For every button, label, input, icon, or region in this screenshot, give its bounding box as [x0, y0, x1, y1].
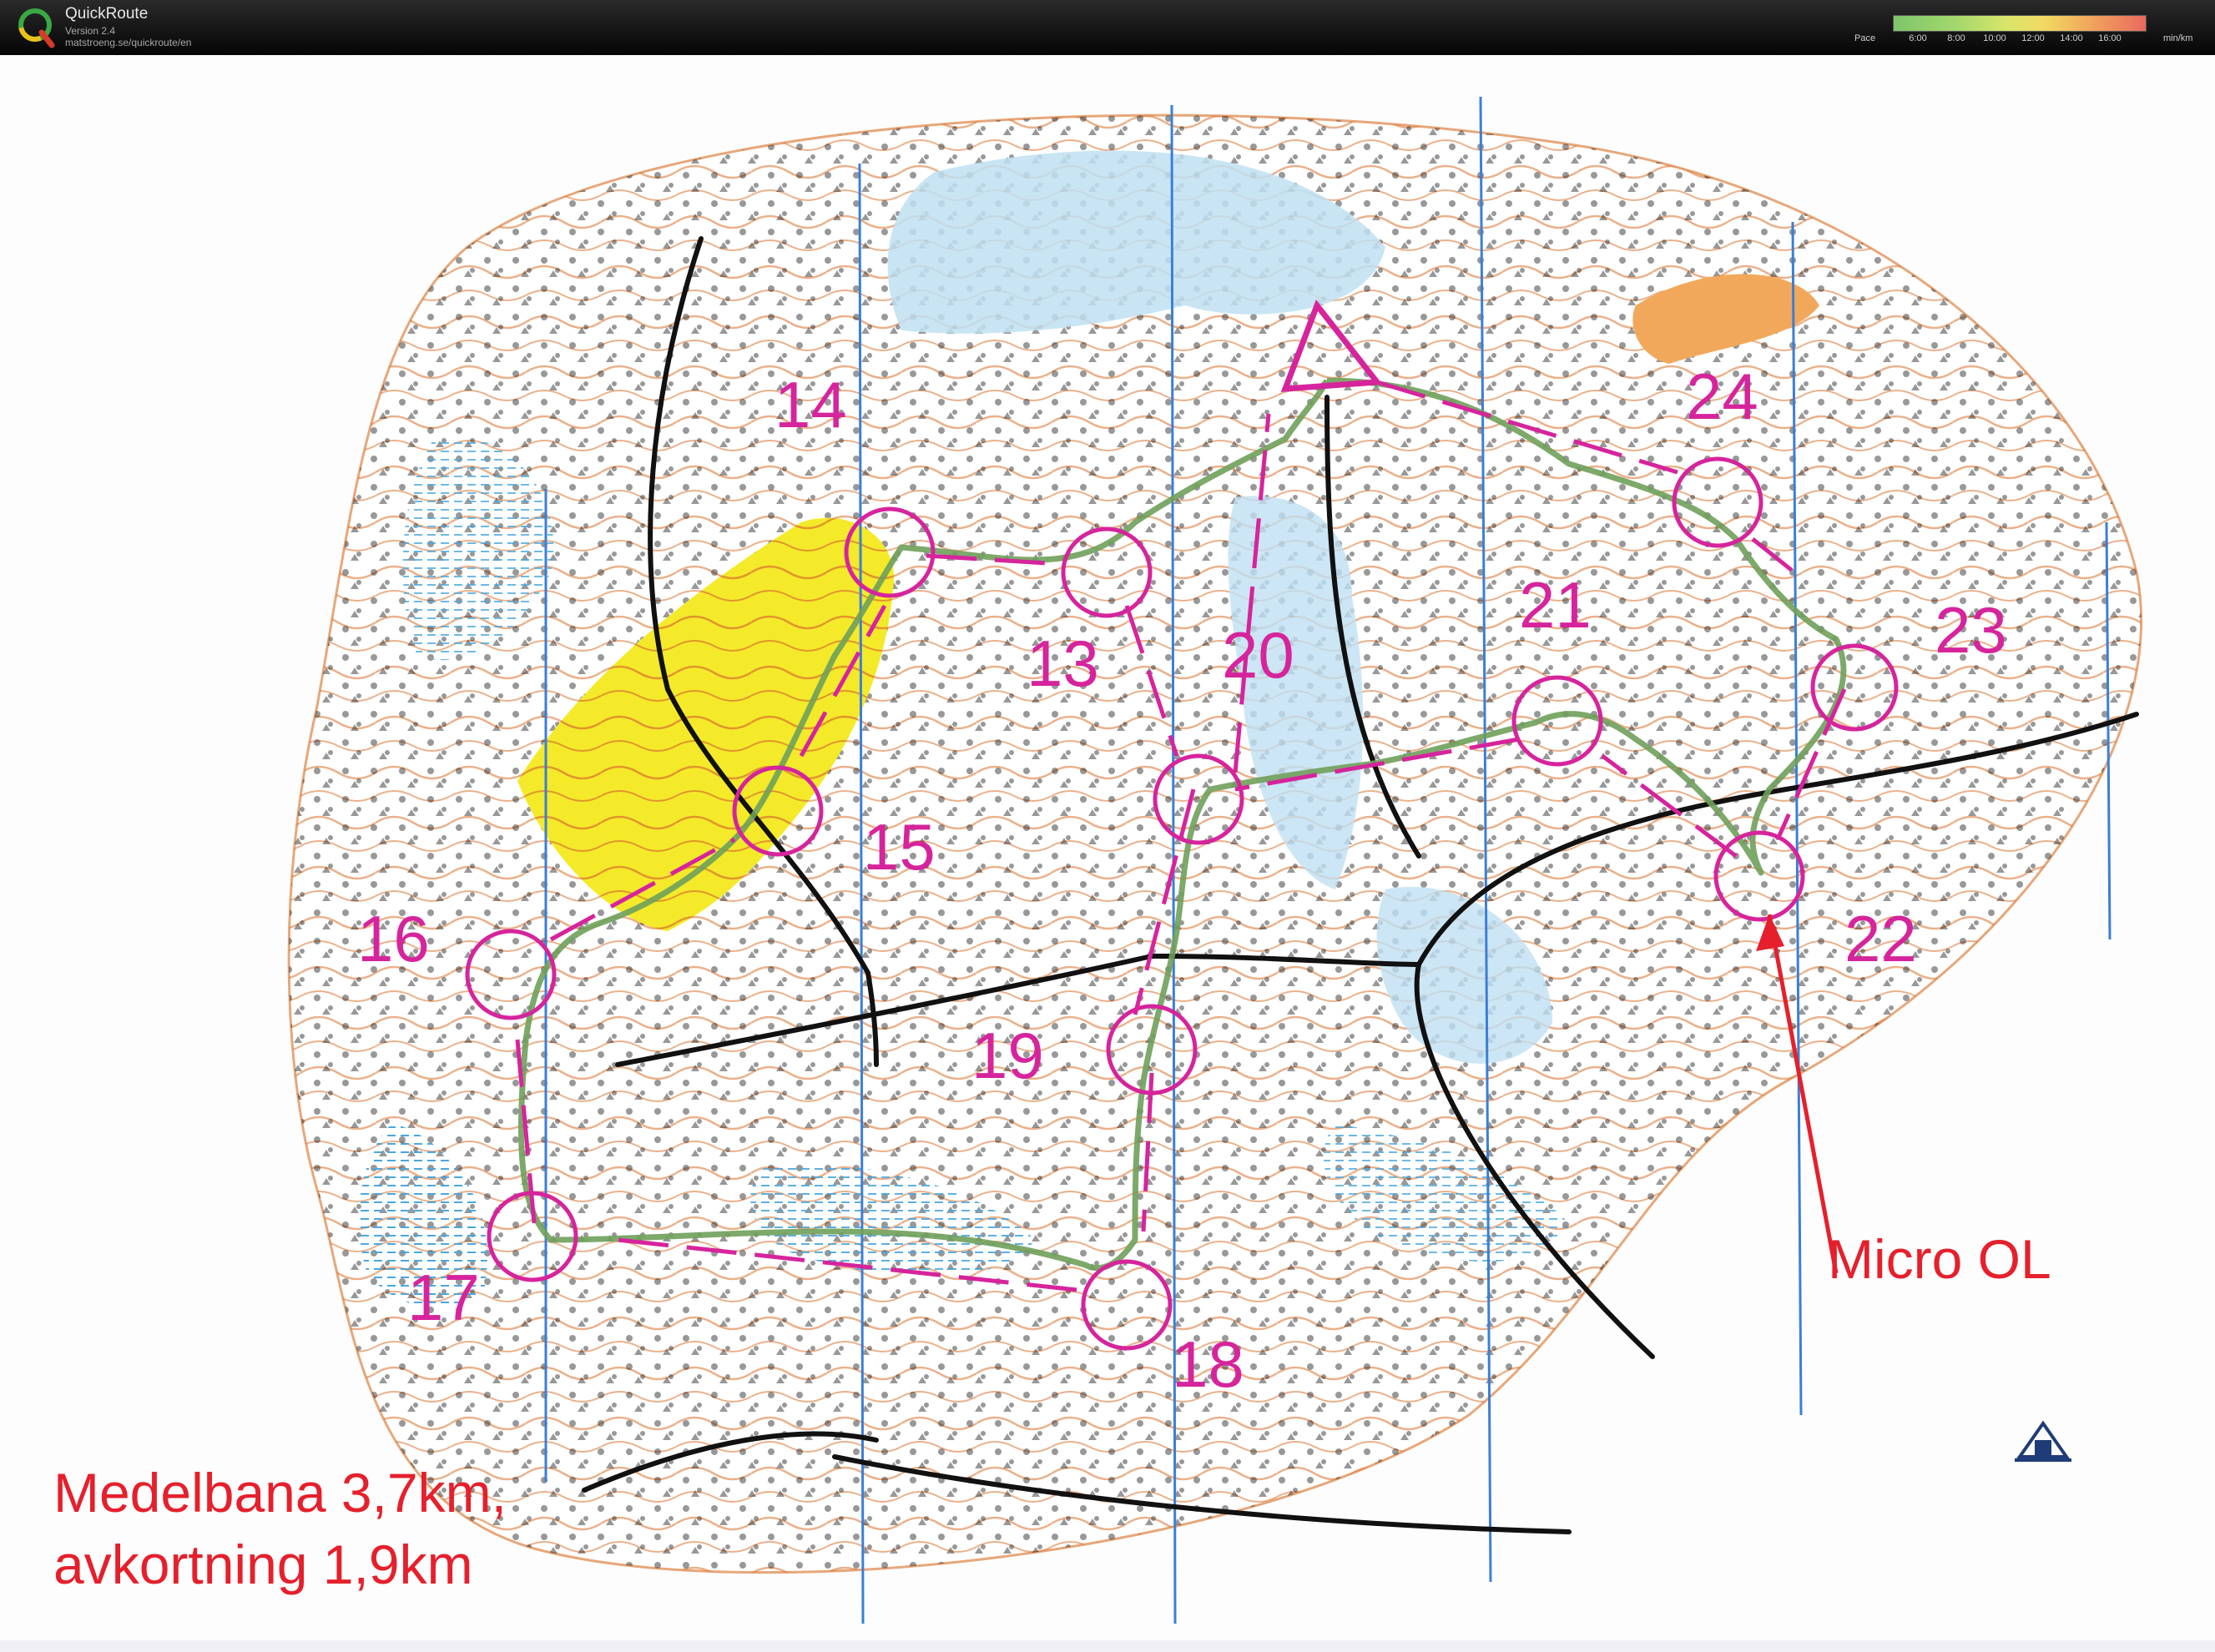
control-number: 21: [1519, 568, 1592, 642]
control-number: 18: [1172, 1327, 1244, 1401]
control-number: 14: [774, 368, 847, 441]
micro-ol-label: Micro OL: [1828, 1228, 2051, 1290]
app-version: Version 2.4: [65, 25, 116, 37]
app-name: QuickRoute: [65, 5, 149, 23]
control-number: 16: [357, 902, 430, 975]
pace-tick: 14:00: [2060, 33, 2083, 43]
control-number: 17: [407, 1261, 480, 1334]
pace-tick: 16:00: [2098, 33, 2122, 43]
control-number: 24: [1686, 360, 1758, 433]
quickroute-logo-icon: [18, 8, 55, 48]
control-number: 22: [1844, 902, 1917, 975]
app-url[interactable]: matstroeng.se/quickroute/en: [65, 37, 191, 48]
control-number: 20: [1222, 618, 1294, 692]
pace-tick: 10:00: [1983, 33, 2006, 43]
pace-color-scale: [1893, 15, 2147, 32]
title-bar: QuickRoute Version 2.4 matstroeng.se/qui…: [0, 0, 2215, 55]
pace-tick: 8:00: [1947, 33, 1965, 43]
orienteering-map[interactable]: 13 14 15 16 17 18 19 20 21 22 23 24 Micr…: [0, 55, 2215, 1652]
pace-tick: 6:00: [1909, 33, 1927, 43]
control-number: 13: [1027, 627, 1099, 700]
pace-tick: 12:00: [2021, 33, 2045, 43]
control-number: 19: [971, 1019, 1044, 1092]
paper-edge: [0, 1640, 2215, 1652]
clubhouse-icon: [2015, 1420, 2071, 1462]
pace-scale-label: Pace: [1854, 33, 1876, 43]
course-note-line-1: Medelbana 3,7km,: [53, 1462, 507, 1524]
map-canvas[interactable]: [0, 55, 2215, 1652]
control-number: 15: [863, 810, 936, 884]
pace-scale-ticks: 6:00 8:00 10:00 12:00 14:00 16:00: [1893, 33, 2145, 45]
control-number: 23: [1935, 593, 2007, 667]
pace-unit: min/km: [2163, 33, 2193, 43]
course-note-line-2: avkortning 1,9km: [53, 1534, 473, 1595]
